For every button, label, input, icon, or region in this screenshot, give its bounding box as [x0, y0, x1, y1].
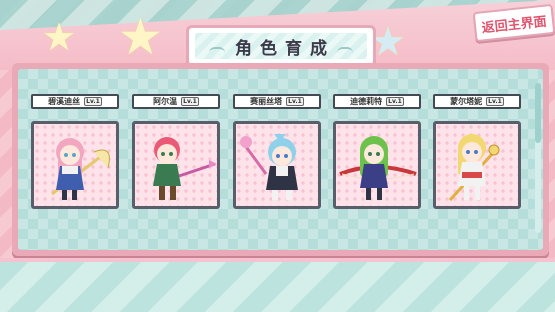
character-name-tag: 碧溪迪丝 Lv.1 [31, 94, 119, 109]
return-button-label: 返回主界面 [481, 14, 548, 36]
character-name: 蒙尔塔妮 [450, 97, 483, 106]
character-card[interactable]: 迪德莉特 Lv.1 [333, 94, 421, 212]
character-level: Lv.1 [84, 97, 102, 106]
bottom-stripe-decoration [0, 262, 555, 312]
character-name-tag: 赛丽丝塔 Lv.1 [233, 94, 321, 109]
screen-title-plaque: 角色育成 [186, 25, 376, 67]
character-name-tag: 蒙尔塔妮 Lv.1 [433, 94, 521, 109]
star-icon: ★ [42, 15, 77, 59]
character-sprite-icon [51, 138, 110, 200]
character-card[interactable]: 蒙尔塔妮 Lv.1 [433, 94, 521, 212]
character-sprite-icon [153, 137, 217, 200]
character-portrait[interactable] [132, 121, 220, 209]
character-card[interactable]: 赛丽丝塔 Lv.1 [233, 94, 321, 212]
character-card[interactable]: 阿尔温 Lv.1 [132, 94, 220, 212]
character-level: Lv.1 [286, 97, 304, 106]
character-sprite-icon [339, 136, 417, 200]
character-portrait[interactable] [433, 121, 521, 209]
character-sprite-icon [240, 134, 298, 200]
character-name: 碧溪迪丝 [48, 97, 81, 106]
scrollbar-thumb[interactable] [535, 83, 541, 143]
character-level: Lv.1 [386, 97, 404, 106]
character-name: 赛丽丝塔 [250, 97, 283, 106]
character-name: 迪德莉特 [350, 97, 383, 106]
character-level: Lv.1 [181, 97, 199, 106]
character-name-tag: 迪德莉特 Lv.1 [333, 94, 421, 109]
page-title: 角色育成 [235, 38, 335, 59]
character-card[interactable]: 碧溪迪丝 Lv.1 [31, 94, 119, 212]
character-level: Lv.1 [486, 97, 504, 106]
character-portrait[interactable] [333, 121, 421, 209]
character-portrait[interactable] [31, 121, 119, 209]
character-portrait[interactable] [233, 121, 321, 209]
character-sprite-icon [448, 134, 500, 202]
character-name-tag: 阿尔温 Lv.1 [132, 94, 220, 109]
character-name: 阿尔温 [153, 97, 178, 106]
star-icon: ★ [118, 8, 163, 66]
